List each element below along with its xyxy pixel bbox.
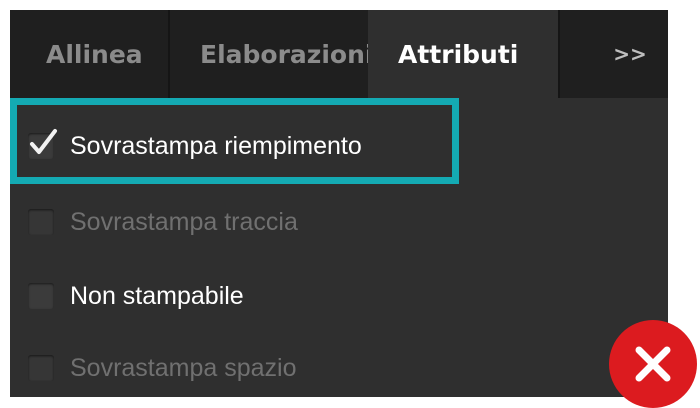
option-sovrastampa-traccia: Sovrastampa traccia	[28, 202, 298, 242]
checkbox-sovrastampa-spazio	[28, 355, 54, 381]
double-chevron-right-icon: >>	[613, 42, 647, 66]
option-sovrastampa-spazio: Sovrastampa spazio	[28, 348, 297, 388]
option-label: Non stampabile	[70, 281, 244, 310]
tab-elaborazioni[interactable]: Elaborazioni tracciato	[170, 10, 376, 98]
tab-attributi-label: Attributi	[398, 39, 519, 69]
checkbox-non-stampabile[interactable]	[28, 283, 54, 309]
tab-divider	[558, 10, 560, 98]
close-badge	[609, 320, 697, 408]
tab-allinea[interactable]: Allinea	[10, 10, 168, 98]
highlight-frame	[10, 98, 459, 184]
tab-allinea-label: Allinea	[46, 39, 143, 69]
tab-attributi[interactable]: Attributi	[368, 10, 558, 98]
option-non-stampabile[interactable]: Non stampabile	[28, 276, 244, 316]
option-label: Sovrastampa traccia	[70, 207, 298, 236]
checkbox-sovrastampa-traccia	[28, 209, 54, 235]
option-label: Sovrastampa spazio	[70, 353, 297, 382]
panel-overflow-button[interactable]: >>	[610, 10, 650, 98]
close-icon	[635, 346, 671, 382]
tab-elaborazioni-label: Elaborazioni tracciato	[200, 39, 376, 69]
tab-bar: Allinea Elaborazioni tracciato Attributi…	[10, 10, 668, 98]
attributes-panel: Allinea Elaborazioni tracciato Attributi…	[10, 10, 668, 397]
